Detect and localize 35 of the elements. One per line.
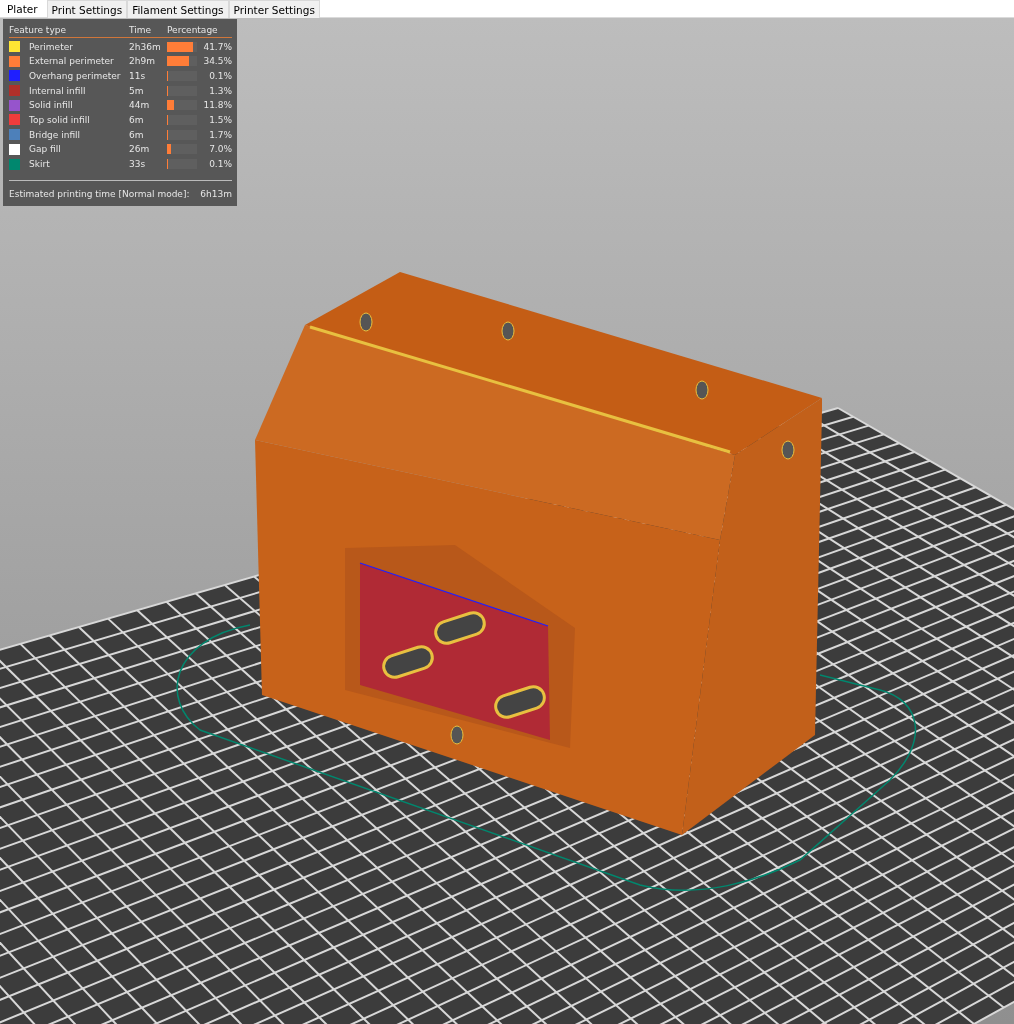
feature-name: Gap fill bbox=[29, 144, 62, 155]
feature-name: Perimeter bbox=[29, 41, 74, 52]
time-value: 5m bbox=[129, 85, 145, 96]
time-value: 2h9m bbox=[129, 56, 156, 67]
feature-name: Solid infill bbox=[29, 100, 74, 111]
percentage-value: 7.0% bbox=[208, 144, 232, 155]
time-value: 6m bbox=[129, 114, 145, 125]
tab[interactable]: Printer Settings bbox=[228, 0, 320, 18]
time-value: 11s bbox=[129, 70, 147, 81]
percentage-value: 1.7% bbox=[208, 129, 232, 140]
percentage-value: 1.5% bbox=[208, 114, 232, 125]
percentage-value: 1.3% bbox=[208, 85, 232, 96]
feature-name: Skirt bbox=[29, 159, 51, 169]
feature-name: Internal infill bbox=[29, 85, 87, 96]
tab[interactable]: Filament Settings bbox=[127, 0, 229, 18]
estimate-label: Estimated printing time [Normal mode]: bbox=[9, 188, 190, 199]
feature-name: Bridge infill bbox=[29, 129, 82, 140]
percentage-value: 0.1% bbox=[208, 70, 232, 81]
column-header: Percentage bbox=[167, 25, 219, 35]
percentage-value: 34.5% bbox=[202, 56, 232, 67]
tab[interactable]: Print Settings bbox=[46, 0, 128, 18]
percentage-value: 11.8% bbox=[202, 100, 232, 111]
time-value: 6m bbox=[129, 129, 145, 140]
feature-name: Overhang perimeter bbox=[29, 70, 122, 81]
feature-name: External perimeter bbox=[29, 56, 115, 67]
time-value: 33s bbox=[129, 159, 147, 169]
time-value: 44m bbox=[129, 100, 151, 111]
time-value: 2h36m bbox=[129, 41, 162, 52]
percentage-value: 0.1% bbox=[208, 159, 232, 169]
percentage-value: 41.7% bbox=[202, 41, 232, 52]
time-value: 26m bbox=[129, 144, 151, 155]
feature-name: Top solid infill bbox=[29, 114, 91, 125]
column-header: Feature type bbox=[9, 25, 67, 35]
estimate-value: 6h13m bbox=[200, 188, 232, 199]
column-header: Time bbox=[129, 25, 153, 35]
